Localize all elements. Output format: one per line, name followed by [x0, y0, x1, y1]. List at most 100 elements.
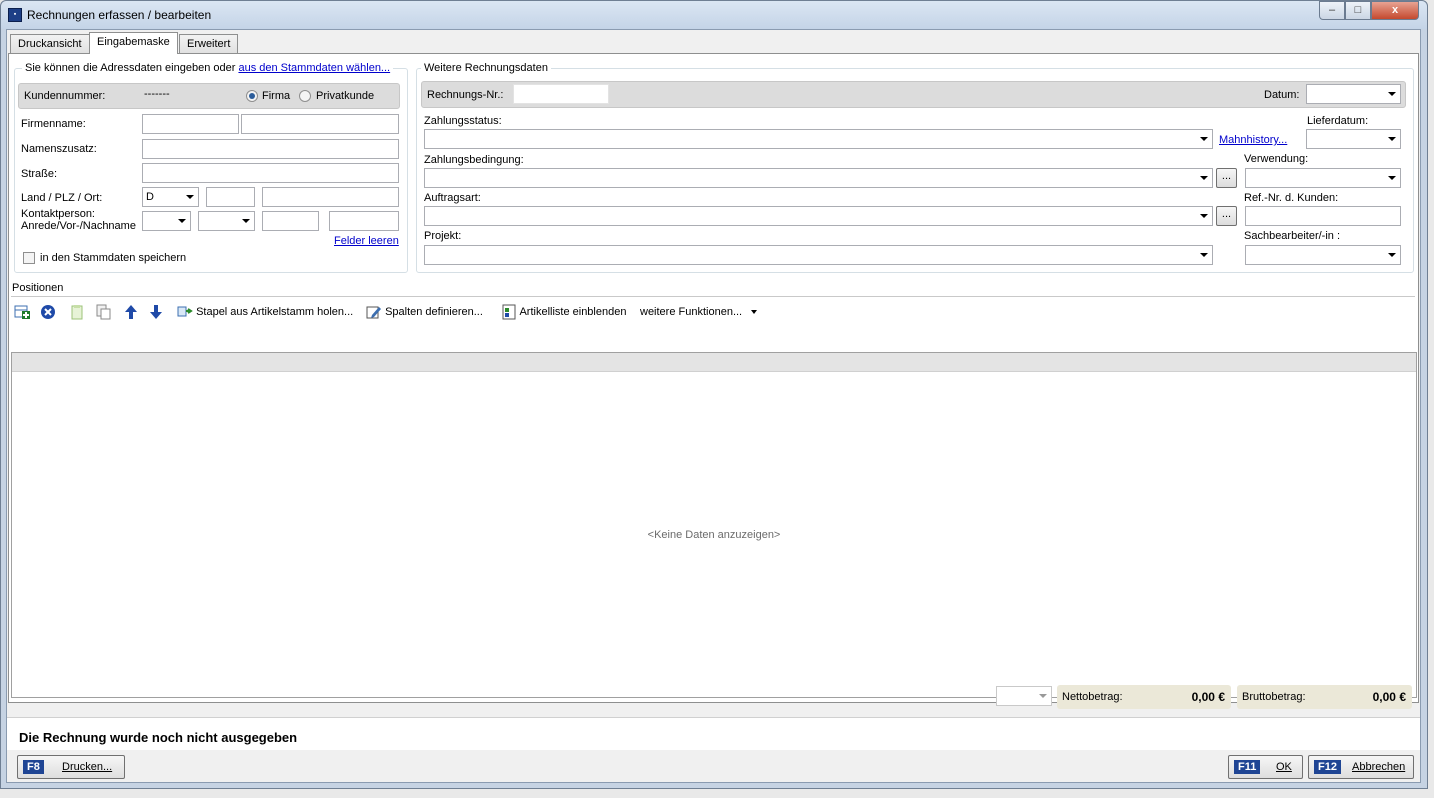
chevron-down-icon — [242, 219, 250, 223]
name-addition-input[interactable] — [142, 139, 399, 159]
chevron-down-icon — [1200, 137, 1208, 141]
zip-input[interactable] — [206, 187, 255, 207]
choose-from-master-data-link[interactable]: aus den Stammdaten wählen... — [238, 62, 390, 74]
contact-person-label: Kontaktperson: Anrede/Vor-/Nachname — [21, 208, 136, 232]
order-type-select[interactable] — [424, 206, 1213, 226]
currency-select[interactable] — [996, 686, 1052, 706]
country-select[interactable]: D — [142, 187, 199, 207]
first-name-input[interactable] — [262, 211, 319, 231]
delete-circle-icon[interactable] — [40, 302, 56, 322]
city-input[interactable] — [262, 187, 399, 207]
positions-grid[interactable]: <Keine Daten anzuzeigen> — [11, 352, 1417, 698]
customer-ref-label: Ref.-Nr. d. Kunden: — [1244, 192, 1339, 204]
chevron-down-icon — [178, 219, 186, 223]
cancel-button-label: Abbrechen — [1352, 761, 1406, 773]
ok-button[interactable]: F11 OK — [1228, 755, 1303, 779]
batch-articles-icon — [177, 306, 193, 317]
project-label: Projekt: — [424, 230, 462, 242]
batch-from-articles-button[interactable]: Stapel aus Artikelstamm holen... — [177, 302, 353, 322]
invoice-app-icon: ▪ — [8, 8, 22, 22]
radio-firma[interactable] — [246, 90, 258, 102]
tab-erweitert[interactable]: Erweitert — [179, 34, 239, 53]
dunning-history-link[interactable]: Mahnhistory... — [1219, 134, 1287, 146]
edit-columns-icon — [366, 306, 381, 319]
chevron-down-icon — [1388, 137, 1396, 141]
address-intro-text: Sie können die Adressdaten eingeben oder… — [22, 62, 394, 74]
maximize-button[interactable]: □ — [1345, 1, 1371, 20]
tab-eingabemaske[interactable]: Eingabemaske — [89, 32, 178, 54]
country-zip-city-label: Land / PLZ / Ort: — [21, 192, 103, 204]
chevron-down-icon — [1388, 92, 1396, 96]
positions-title: Positionen — [12, 282, 64, 294]
net-total-label: Nettobetrag: — [1062, 691, 1123, 703]
gross-total-box: Bruttobetrag: 0,00 € — [1237, 685, 1412, 709]
radio-privatkunde[interactable] — [299, 90, 311, 102]
name-addition-label: Namenszusatz: — [21, 143, 97, 155]
paste-icon[interactable] — [95, 302, 111, 322]
clerk-label: Sachbearbeiter/-in : — [1244, 230, 1340, 242]
article-list-icon — [502, 304, 516, 320]
project-select[interactable] — [424, 245, 1213, 265]
show-article-list-label: Artikelliste einblenden — [519, 306, 627, 318]
add-row-icon[interactable] — [14, 302, 30, 322]
more-functions-menu[interactable]: weitere Funktionen... — [640, 302, 758, 322]
invoice-number-input[interactable] — [513, 84, 609, 104]
street-input[interactable] — [142, 163, 399, 183]
tab-panel-eingabemaske: Sie können die Adressdaten eingeben oder… — [8, 53, 1419, 703]
contact-title-select[interactable] — [198, 211, 255, 231]
payment-terms-select[interactable] — [424, 168, 1213, 188]
print-button[interactable]: F8 Drucken... — [17, 755, 125, 779]
dialog-window: ▪ Rechnungen erfassen / bearbeiten – □ x… — [0, 0, 1428, 789]
chevron-down-icon — [1388, 176, 1396, 180]
company-name-label: Firmenname: — [21, 118, 86, 130]
title-bar[interactable]: ▪ Rechnungen erfassen / bearbeiten – □ x — [1, 1, 1427, 29]
salutation-select[interactable] — [142, 211, 191, 231]
payment-status-select[interactable] — [424, 129, 1213, 149]
define-columns-button[interactable]: Spalten definieren... — [366, 302, 483, 322]
net-total-value: 0,00 € — [1191, 690, 1225, 704]
order-type-label: Auftragsart: — [424, 192, 481, 204]
copy-icon[interactable] — [69, 302, 85, 322]
customer-number-value: ------- — [144, 88, 170, 100]
gross-total-value: 0,00 € — [1372, 690, 1406, 704]
clear-fields-link[interactable]: Felder leeren — [334, 235, 399, 247]
company-name-input-2[interactable] — [241, 114, 399, 134]
invoice-data-title: Weitere Rechnungsdaten — [421, 62, 551, 74]
date-label: Datum: — [1264, 89, 1300, 101]
minimize-button[interactable]: – — [1319, 1, 1345, 20]
radio-privatkunde-label: Privatkunde — [316, 90, 375, 102]
f11-key-badge: F11 — [1234, 760, 1261, 774]
gross-total-label: Bruttobetrag: — [1242, 691, 1306, 703]
net-total-box: Nettobetrag: 0,00 € — [1057, 685, 1231, 709]
usage-label: Verwendung: — [1244, 153, 1309, 165]
tab-druckansicht[interactable]: Druckansicht — [10, 34, 90, 53]
country-value: D — [146, 191, 154, 203]
status-area: Die Rechnung wurde noch nicht ausgegeben — [7, 717, 1420, 750]
delivery-date-label: Lieferdatum: — [1307, 115, 1369, 127]
customer-number-label: Kundennummer: — [24, 90, 106, 102]
order-type-more-button[interactable]: ... — [1216, 206, 1237, 226]
positions-toolbar: Stapel aus Artikelstamm holen... Spalten… — [14, 302, 1214, 324]
clerk-select[interactable] — [1245, 245, 1401, 265]
date-picker[interactable] — [1306, 84, 1401, 104]
save-master-data-checkbox[interactable] — [23, 252, 35, 264]
cancel-button[interactable]: F12 Abbrechen — [1308, 755, 1414, 779]
delivery-date-picker[interactable] — [1306, 129, 1401, 149]
more-functions-label: weitere Funktionen... — [640, 306, 743, 318]
chevron-down-icon — [1200, 253, 1208, 257]
chevron-down-icon — [1200, 214, 1208, 218]
window-title: Rechnungen erfassen / bearbeiten — [27, 8, 212, 22]
payment-status-label: Zahlungsstatus: — [424, 115, 502, 127]
grid-empty-message: <Keine Daten anzuzeigen> — [647, 529, 781, 541]
invoice-number-label: Rechnungs-Nr.: — [427, 89, 504, 101]
arrow-down-icon[interactable] — [148, 302, 164, 322]
define-columns-label: Spalten definieren... — [385, 306, 483, 318]
customer-ref-input[interactable] — [1245, 206, 1401, 226]
last-name-input[interactable] — [329, 211, 399, 231]
company-name-input[interactable] — [142, 114, 239, 134]
payment-terms-more-button[interactable]: ... — [1216, 168, 1237, 188]
usage-select[interactable] — [1245, 168, 1401, 188]
arrow-up-icon[interactable] — [123, 302, 139, 322]
close-button[interactable]: x — [1371, 1, 1419, 20]
show-article-list-button[interactable]: Artikelliste einblenden — [501, 302, 626, 322]
